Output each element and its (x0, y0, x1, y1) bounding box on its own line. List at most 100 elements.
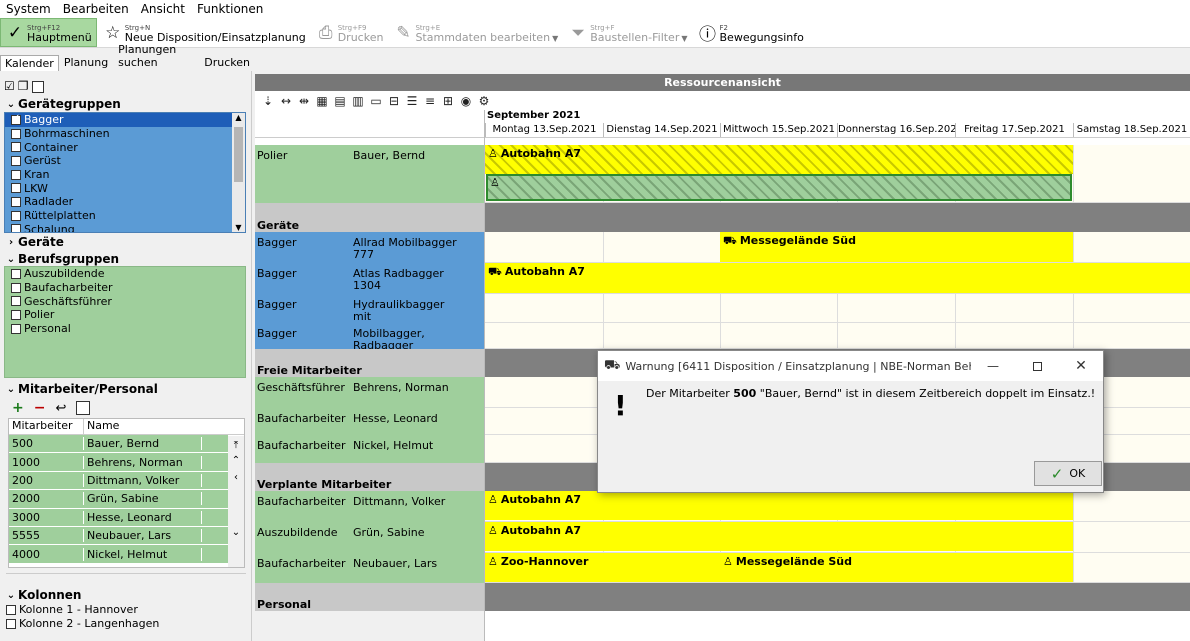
list-item[interactable]: Personal (5, 322, 245, 336)
bewegungsinfo-button[interactable]: ⓘ F2 Bewegungsinfo (694, 18, 808, 47)
list-item[interactable]: Polier (5, 308, 245, 322)
col-mitarbeiter[interactable]: Mitarbeiter (9, 419, 84, 434)
list-item[interactable]: Container (5, 140, 245, 154)
resource-group[interactable]: Baufacharbeiter (257, 412, 352, 426)
day-header[interactable]: Freitag 17.Sep.2021 (955, 123, 1073, 137)
baustellen-filter-button[interactable]: ⏷ Strg+F Baustellen-Filter ▼ (564, 18, 691, 47)
menu-bearbeiten[interactable]: Bearbeiten (63, 2, 129, 16)
calendar-month-icon[interactable]: ▥ (349, 94, 367, 108)
tab-planung[interactable]: Planung (59, 54, 113, 71)
scroll-up-icon[interactable]: ⌃ (228, 455, 244, 466)
menu-ansicht[interactable]: Ansicht (141, 2, 185, 16)
resource-group[interactable]: Baufacharbeiter (257, 495, 352, 509)
checkbox[interactable] (6, 604, 16, 615)
geraete-header[interactable]: › Geräte (4, 235, 64, 249)
resource-group[interactable]: Bagger (257, 327, 352, 341)
list-view-icon[interactable]: ☰ (403, 94, 421, 108)
kolonnen-header[interactable]: ⌄ Kolonnen (4, 588, 82, 602)
drucken-button[interactable]: ⎙ Strg+F9 Drucken (312, 18, 388, 47)
scrollbar[interactable]: ▲ ▼ (232, 113, 245, 232)
hauptmenue-button[interactable]: ✓ Strg+F12 Hauptmenü (0, 18, 97, 47)
table-row[interactable]: 5555 Neubauer, Lars (9, 526, 228, 546)
checkbox[interactable] (11, 128, 21, 139)
menu-system[interactable]: System (6, 2, 51, 16)
day-header[interactable]: Donnerstag 16.Sep.2021 (837, 123, 955, 137)
expand-horizontal-icon[interactable]: ↔ (277, 94, 295, 108)
resource-name[interactable]: Neubauer, Lars (353, 557, 483, 571)
minimize-icon[interactable]: — (971, 359, 1015, 373)
resource-name[interactable]: Grün, Sabine (353, 526, 483, 540)
resource-group[interactable]: Baufacharbeiter (257, 439, 352, 453)
list-item[interactable]: Geschäftsführer (5, 294, 245, 308)
list-item[interactable]: Rüttelplatten (5, 209, 245, 223)
resource-name[interactable]: Behrens, Norman (353, 381, 483, 395)
checkbox[interactable] (11, 142, 21, 153)
list-item[interactable]: Radlader (5, 195, 245, 209)
checkbox[interactable] (11, 296, 21, 307)
scroll-down-icon[interactable]: ▼ (232, 223, 245, 232)
ok-button[interactable]: ✓ OK (1034, 461, 1102, 486)
event-bar[interactable]: ♙ Autobahn A7 (485, 145, 1073, 174)
day-header[interactable]: Montag 13.Sep.2021 (485, 123, 603, 137)
resource-name[interactable]: Hesse, Leonard (353, 412, 483, 426)
checkbox[interactable] (11, 196, 21, 207)
checkbox[interactable] (11, 113, 21, 125)
splitter[interactable] (6, 573, 246, 577)
resource-group[interactable]: Bagger (257, 267, 352, 281)
scroll-left-icon[interactable]: ‹ (228, 472, 244, 483)
close-icon[interactable]: ✕ (1059, 358, 1103, 374)
settings-icon[interactable]: ⚙ (475, 94, 493, 108)
calendar-week-icon[interactable]: ▤ (331, 94, 349, 108)
day-header[interactable]: Samstag 18.Sep.2021 (1073, 123, 1190, 137)
checkbox[interactable] (11, 169, 21, 180)
tab-kalender[interactable]: Kalender (0, 55, 59, 71)
checkbox[interactable] (11, 309, 21, 320)
resource-name[interactable]: Dittmann, Volker (353, 495, 483, 509)
record-icon[interactable]: ◉ (457, 94, 475, 108)
list-item[interactable]: Auszubildende (5, 267, 245, 281)
stammdaten-button[interactable]: ✎ Strg+E Stammdaten bearbeiten ▼ (389, 18, 562, 47)
event-bar[interactable]: ♙ Autobahn A7 (485, 522, 1073, 551)
checkbox[interactable] (11, 282, 21, 293)
resource-group[interactable]: Bagger (257, 236, 352, 250)
checkbox[interactable] (11, 210, 21, 221)
mitarbeiter-header[interactable]: ⌄ Mitarbeiter/Personal (4, 382, 158, 396)
event-bar[interactable]: ♙ Zoo-Hannover (485, 553, 720, 582)
table-scrollbar[interactable]: ⤒ ⌃ ‹ ⌄ (228, 436, 244, 567)
resource-group[interactable]: Auszubildende (257, 526, 352, 540)
event-bar[interactable]: ♙ Autobahn A7 (485, 491, 1073, 520)
resource-name[interactable]: Nickel, Helmut (353, 439, 483, 453)
checkbox[interactable] (11, 268, 21, 279)
menu-funktionen[interactable]: Funktionen (197, 2, 263, 16)
resource-group[interactable]: Geschäftsführer (257, 381, 352, 395)
table-view-icon[interactable]: ⊞ (439, 94, 457, 108)
table-row[interactable]: 2000 Grün, Sabine (9, 490, 228, 509)
list-item[interactable]: Kolonne 2 - Langenhagen (0, 617, 159, 631)
list-item[interactable]: Kran (5, 168, 245, 182)
checkbox[interactable] (6, 618, 16, 629)
maximize-icon[interactable] (1015, 361, 1059, 371)
geraetegruppen-header[interactable]: ⌄ Gerätegruppen (4, 97, 121, 111)
resource-group[interactable]: Bagger (257, 298, 352, 312)
remove-icon[interactable]: − (34, 400, 46, 416)
clear-selection-icon[interactable] (31, 81, 44, 93)
collapse-icon[interactable]: ▭ (367, 94, 385, 108)
scroll-down-icon[interactable]: ⌄ (228, 527, 244, 538)
checkbox[interactable] (11, 155, 21, 166)
table-row[interactable]: 500 Bauer, Bernd (9, 435, 228, 454)
zoom-column-icon[interactable]: ⇣ (259, 94, 277, 108)
checkbox[interactable] (11, 183, 21, 194)
resource-group[interactable]: Polier (257, 149, 352, 163)
scroll-up-icon[interactable]: ▲ (232, 113, 245, 122)
col-name[interactable]: Name (84, 419, 119, 434)
conflict-bar[interactable]: ♙ (486, 174, 1072, 201)
event-bar[interactable]: ⛟ Autobahn A7 (485, 263, 1190, 293)
list-item[interactable]: Baufacharbeiter (5, 281, 245, 295)
undo-icon[interactable]: ↩ (55, 401, 66, 416)
table-row[interactable]: 200 Dittmann, Volker (9, 471, 228, 491)
add-icon[interactable]: + (12, 400, 24, 416)
split-view-icon[interactable]: ⊟ (385, 94, 403, 108)
select-all-icon[interactable]: ☑ (4, 79, 15, 93)
list-item[interactable]: Kolonne 1 - Hannover (0, 603, 159, 617)
list-item[interactable]: Gerüst (5, 154, 245, 168)
